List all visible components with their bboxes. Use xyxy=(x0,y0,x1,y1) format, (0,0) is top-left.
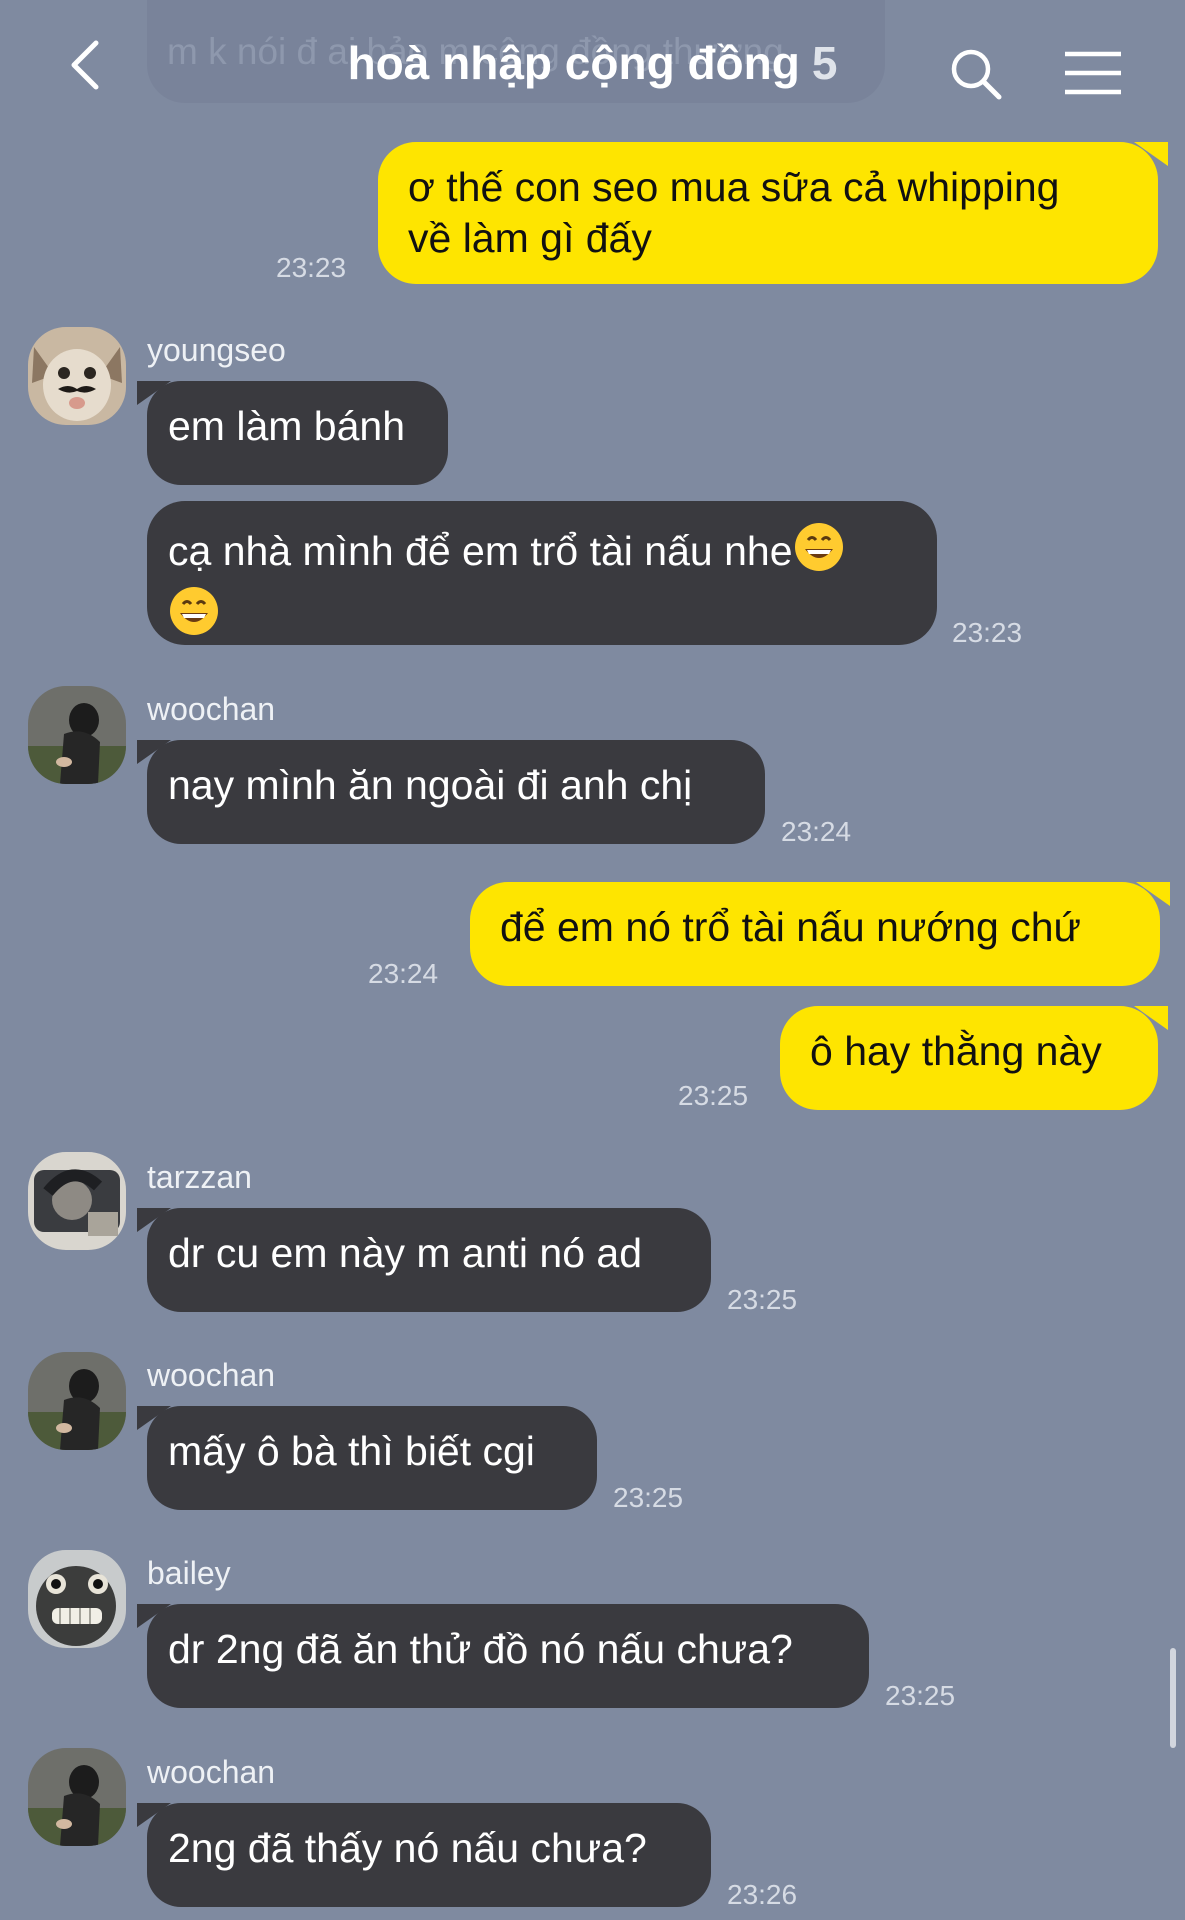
avatar-woochan[interactable] xyxy=(28,1352,126,1450)
sender-name: woochan xyxy=(147,1754,276,1790)
bubble-tail xyxy=(1134,1006,1168,1030)
chat-scrollbar[interactable] xyxy=(1170,1648,1176,1748)
message-text-line: về làm gì đấy xyxy=(408,215,652,261)
bubble-tail xyxy=(137,1208,171,1232)
message-time: 23:24 xyxy=(781,816,852,847)
message-text: để em nó trổ tài nấu nướng chứ xyxy=(500,904,1081,950)
person-avatar-image xyxy=(28,1152,126,1250)
bubble-tail xyxy=(137,1803,171,1827)
avatar-youngseo[interactable] xyxy=(28,327,126,425)
bubble-tail xyxy=(137,1406,171,1430)
message-time: 23:23 xyxy=(952,617,1023,648)
bubble-tail xyxy=(137,740,171,764)
animal-avatar-image xyxy=(28,1550,126,1648)
search-icon xyxy=(951,49,1002,100)
message-text: dr cu em này m anti nó ad xyxy=(168,1230,643,1276)
message-time: 23:25 xyxy=(613,1482,684,1513)
my-message-bubble[interactable]: để em nó trổ tài nấu nướng chứ xyxy=(470,882,1170,986)
avatar-woochan[interactable] xyxy=(28,1748,126,1846)
sender-name: woochan xyxy=(147,691,276,727)
menu-button[interactable] xyxy=(1063,50,1123,96)
my-message-bubble[interactable]: ô hay thằng này xyxy=(780,1006,1168,1110)
message-text: mấy ô bà thì biết cgi xyxy=(168,1428,535,1474)
hamburger-menu-icon xyxy=(1065,51,1121,95)
chevron-left-icon xyxy=(71,40,99,90)
back-button[interactable] xyxy=(60,35,110,95)
their-message-bubble[interactable]: cạ nhà mình để em trổ tài nấu nhe xyxy=(147,501,937,645)
bubble-tail xyxy=(137,381,171,405)
person-avatar-image xyxy=(28,686,126,784)
grinning-face-emoji xyxy=(168,585,220,649)
member-count: 5 xyxy=(811,37,838,89)
message-time: 23:24 xyxy=(368,958,439,989)
their-message-bubble[interactable]: dr cu em này m anti nó ad xyxy=(137,1208,711,1312)
sender-name: woochan xyxy=(147,1357,276,1393)
message-text: dr 2ng đã ăn thử đồ nó nấu chưa? xyxy=(168,1626,793,1672)
message-time: 23:26 xyxy=(727,1879,798,1910)
chat-header: hoà nhập cộng đồng 5 xyxy=(0,0,1185,135)
message-text: em làm bánh xyxy=(168,403,406,449)
bubble-tail xyxy=(137,1604,171,1628)
message-time: 23:23 xyxy=(276,252,347,283)
their-message-bubble[interactable]: nay mình ăn ngoài đi anh chị xyxy=(137,740,765,844)
message-text-line: cạ nhà mình để em trổ tài nấu nhe xyxy=(168,528,793,574)
person-avatar-image xyxy=(28,1748,126,1846)
bubble-tail xyxy=(1134,142,1168,166)
chat-title-text: hoà nhập cộng đồng xyxy=(347,37,800,89)
bubble-tail xyxy=(1136,882,1170,906)
message-time: 23:25 xyxy=(727,1284,798,1315)
avatar-woochan[interactable] xyxy=(28,686,126,784)
my-message-bubble[interactable]: ơ thế con seo mua sữa cả whipping về làm… xyxy=(378,142,1168,284)
search-button[interactable] xyxy=(948,46,1004,102)
their-message-bubble[interactable]: mấy ô bà thì biết cgi xyxy=(137,1406,597,1510)
message-time: 23:25 xyxy=(678,1080,749,1111)
their-message-bubble[interactable]: 2ng đã thấy nó nấu chưa? xyxy=(137,1803,711,1907)
message-time: 23:25 xyxy=(885,1680,956,1711)
message-text: ô hay thằng này xyxy=(810,1028,1102,1074)
message-text: 2ng đã thấy nó nấu chưa? xyxy=(168,1825,647,1871)
message-text-line: ơ thế con seo mua sữa cả whipping xyxy=(408,164,1060,210)
avatar-tarzzan[interactable] xyxy=(28,1152,126,1250)
their-message-bubble[interactable]: em làm bánh xyxy=(137,381,448,485)
their-message-bubble[interactable]: dr 2ng đã ăn thử đồ nó nấu chưa? xyxy=(137,1604,869,1708)
avatar-bailey[interactable] xyxy=(28,1550,126,1648)
grinning-face-emoji xyxy=(793,521,845,585)
message-text: nay mình ăn ngoài đi anh chị xyxy=(168,762,693,808)
chat-title: hoà nhập cộng đồng 5 xyxy=(260,36,925,90)
person-avatar-image xyxy=(28,1352,126,1450)
cat-avatar-image xyxy=(28,327,126,425)
sender-name: youngseo xyxy=(147,332,286,368)
sender-name: bailey xyxy=(147,1555,231,1591)
sender-name: tarzzan xyxy=(147,1159,252,1195)
